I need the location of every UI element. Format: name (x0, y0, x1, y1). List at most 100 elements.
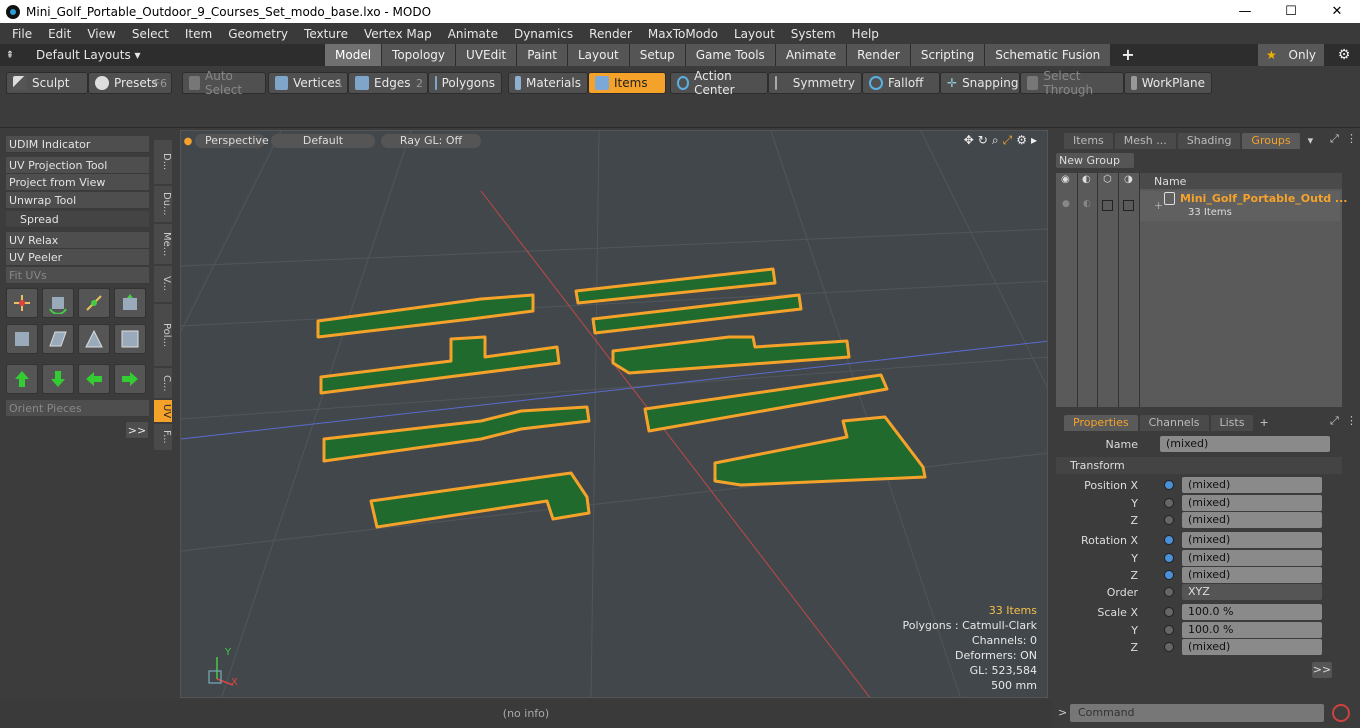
position-z-key-icon[interactable] (1164, 515, 1174, 525)
perspective-dropdown[interactable]: Perspective (195, 134, 269, 148)
menu-maxtomodo[interactable]: MaxToModo (640, 27, 726, 41)
rotation-x-field[interactable]: (mixed) (1182, 532, 1322, 548)
uv-pyramid-icon[interactable] (78, 324, 110, 354)
panel-expand-icon[interactable]: ⤢ (1330, 132, 1339, 146)
tab-topology[interactable]: Topology (382, 44, 456, 66)
materials-button[interactable]: Materials (508, 72, 588, 94)
arrow-up-icon[interactable] (6, 364, 38, 394)
polygons-button[interactable]: Polygons (428, 72, 502, 94)
select-icon[interactable]: ◑ (1124, 174, 1133, 185)
default-layouts-dropdown[interactable]: ⇞ Default Layouts ▾ (0, 44, 150, 66)
minimize-button[interactable]: — (1222, 0, 1268, 23)
select-through-button[interactable]: Select Through (1020, 69, 1124, 97)
group-visibility-icon[interactable]: ● (1062, 199, 1070, 209)
falloff-button[interactable]: Falloff (862, 72, 940, 94)
vtab-du[interactable]: Du... (154, 186, 172, 222)
uv-cylinder-icon[interactable] (6, 324, 38, 354)
group-render-icon[interactable]: ◐ (1083, 199, 1091, 209)
properties-expand-button[interactable]: >> (1312, 662, 1332, 678)
zoom-icon[interactable]: ⌕ (992, 133, 999, 148)
rotation-x-key-icon[interactable] (1164, 535, 1174, 545)
arrow-right-icon[interactable] (114, 364, 146, 394)
menu-edit[interactable]: Edit (40, 27, 79, 41)
menu-animate[interactable]: Animate (440, 27, 506, 41)
menu-render[interactable]: Render (581, 27, 640, 41)
maximize-button[interactable]: ☐ (1268, 0, 1314, 23)
vtab-c[interactable]: C... (154, 368, 172, 398)
tab-model[interactable]: Model (325, 44, 382, 66)
tab-uvedit[interactable]: UVEdit (456, 44, 517, 66)
scale-y-field[interactable]: 100.0 % (1182, 622, 1322, 638)
menu-item[interactable]: Item (177, 27, 220, 41)
orient-pieces-button[interactable]: Orient Pieces (6, 400, 149, 417)
items-button[interactable]: Items (588, 72, 666, 94)
position-y-key-icon[interactable] (1164, 498, 1174, 508)
raygl-dropdown[interactable]: Ray GL: Off (381, 134, 481, 148)
position-y-field[interactable]: (mixed) (1182, 495, 1322, 511)
tab-render[interactable]: Render (847, 44, 910, 66)
arrow-left-icon[interactable] (78, 364, 110, 394)
scale-x-field[interactable]: 100.0 % (1182, 604, 1322, 620)
spread-section[interactable]: Spread (6, 211, 149, 228)
render-icon[interactable]: ◐ (1082, 174, 1091, 185)
scale-y-key-icon[interactable] (1164, 625, 1174, 635)
vtab-f[interactable]: F... (154, 424, 172, 450)
udim-indicator-button[interactable]: UDIM Indicator (6, 136, 149, 153)
vtab-me[interactable]: Me... (154, 224, 172, 264)
tab-lists[interactable]: Lists (1210, 415, 1254, 431)
unwrap-tool-button[interactable]: Unwrap Tool (6, 192, 149, 209)
order-key-icon[interactable] (1164, 587, 1174, 597)
pan-icon[interactable]: ✥ (964, 133, 974, 148)
scale-z-field[interactable]: (mixed) (1182, 639, 1322, 655)
sculpt-button[interactable]: Sculpt (6, 72, 88, 94)
group-select-box[interactable] (1123, 200, 1134, 211)
tab-animate[interactable]: Animate (775, 44, 847, 66)
presets-button[interactable]: Presets F6 (88, 72, 172, 94)
rotation-y-key-icon[interactable] (1164, 553, 1174, 563)
add-tab-button[interactable]: + (1111, 44, 1145, 66)
expand-plus-icon[interactable]: + (1154, 199, 1163, 212)
uv-peeler-button[interactable]: UV Peeler (6, 249, 149, 266)
uv-move-icon[interactable] (6, 288, 38, 318)
new-group-button[interactable]: New Group (1056, 153, 1134, 168)
name-field[interactable]: (mixed) (1160, 436, 1330, 452)
vertices-button[interactable]: Vertices 1 (268, 72, 348, 94)
vtab-uv[interactable]: UV (154, 400, 172, 422)
shading-dropdown[interactable]: Default (271, 134, 375, 148)
tab-items[interactable]: Items (1064, 133, 1113, 149)
symmetry-button[interactable]: Symmetry (768, 72, 862, 94)
props-options-icon[interactable]: ⋮ (1346, 414, 1357, 427)
uv-relax-button[interactable]: UV Relax (6, 232, 149, 249)
lock-icon[interactable]: ⬡ (1103, 174, 1112, 185)
uv-scale-icon[interactable] (78, 288, 110, 318)
scale-x-key-icon[interactable] (1164, 607, 1174, 617)
menu-geometry[interactable]: Geometry (220, 27, 296, 41)
rotation-z-key-icon[interactable] (1164, 570, 1174, 580)
close-button[interactable]: ✕ (1314, 0, 1360, 23)
command-input[interactable]: Command (1070, 704, 1324, 722)
tab-shading[interactable]: Shading (1177, 133, 1241, 149)
menu-view[interactable]: View (79, 27, 123, 41)
add-properties-tab[interactable]: + (1259, 415, 1268, 431)
tab-properties[interactable]: Properties (1064, 415, 1138, 431)
tab-setup[interactable]: Setup (629, 44, 685, 66)
group-name[interactable]: Mini_Golf_Portable_Outd ... (1180, 192, 1347, 205)
project-from-view-button[interactable]: Project from View (6, 174, 149, 191)
orbit-icon[interactable]: ↻ (978, 133, 988, 148)
panel-options-icon[interactable]: ⋮ (1346, 132, 1357, 145)
vtab-d[interactable]: D... (154, 140, 172, 184)
scale-z-key-icon[interactable] (1164, 642, 1174, 652)
uv-rotate-icon[interactable] (42, 288, 74, 318)
menu-help[interactable]: Help (844, 27, 887, 41)
rotation-y-field[interactable]: (mixed) (1182, 550, 1322, 566)
uv-box-icon[interactable] (114, 288, 146, 318)
menu-vertex-map[interactable]: Vertex Map (356, 27, 440, 41)
tab-mesh[interactable]: Mesh ... (1114, 133, 1176, 149)
menu-texture[interactable]: Texture (296, 27, 356, 41)
record-icon[interactable] (1332, 704, 1350, 722)
menu-dynamics[interactable]: Dynamics (506, 27, 581, 41)
menu-file[interactable]: File (4, 27, 40, 41)
tab-scripting[interactable]: Scripting (910, 44, 985, 66)
maximize-view-icon[interactable]: ⤢ (1003, 133, 1013, 148)
expand-button[interactable]: >> (126, 422, 148, 439)
